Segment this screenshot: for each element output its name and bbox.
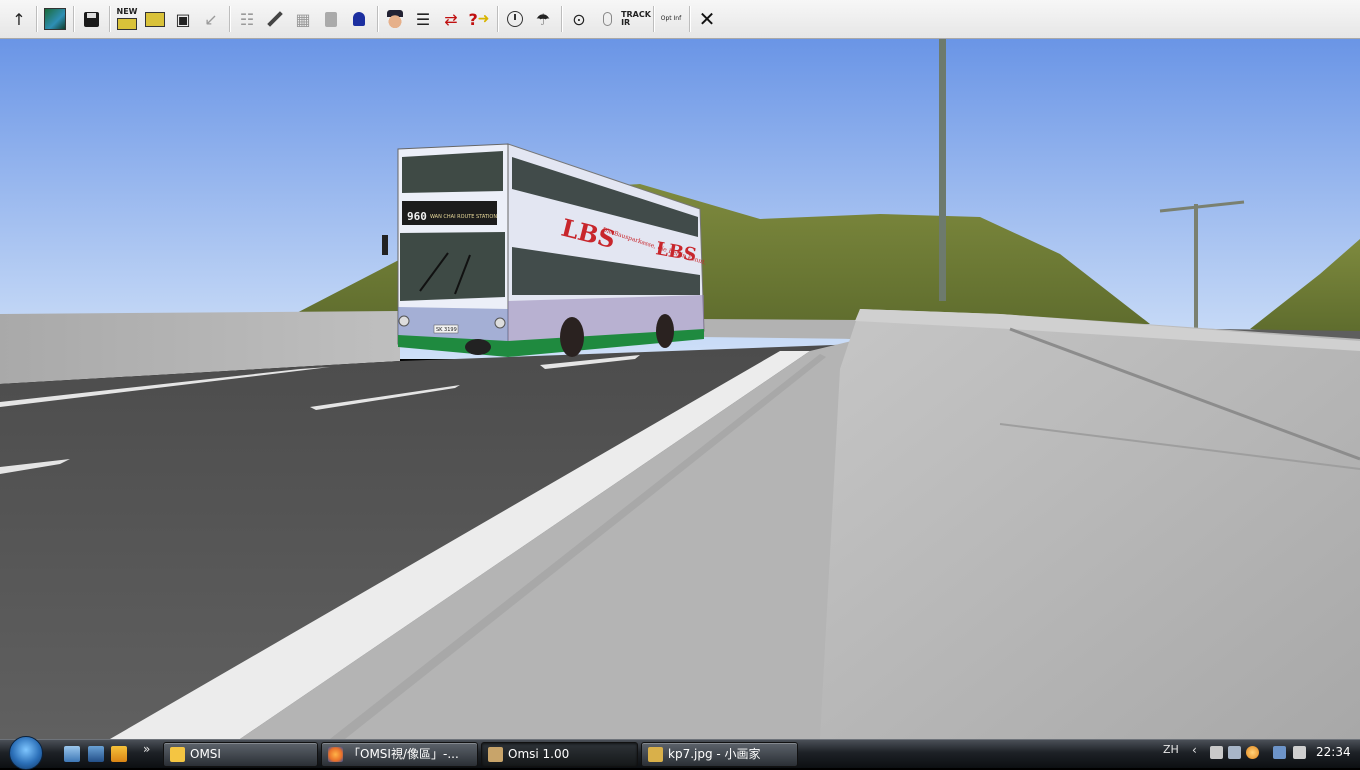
help-glyph: ?	[468, 9, 478, 29]
omsi-toolbar: ↑ NEW ▣ ↙ ☷ ▦ ☰ ⇄ ? ➜ ☂ ⊙ TRACK IR Opt I…	[0, 0, 1360, 39]
keyboard-icon[interactable]	[1228, 746, 1241, 759]
stats-icon[interactable]: ☷	[234, 5, 260, 33]
toolbar-separator	[653, 6, 655, 32]
paint-icon	[648, 747, 663, 762]
barrier-near	[820, 309, 1360, 739]
barrier-mid	[700, 319, 860, 339]
update-icon[interactable]	[1246, 746, 1259, 759]
clock-icon[interactable]	[502, 5, 528, 33]
toolbar-separator	[36, 6, 38, 32]
weather-icon[interactable]: ☂	[530, 5, 556, 33]
bus-route-number: 960	[407, 210, 427, 223]
bus-wheel-rear	[656, 314, 674, 348]
save-icon[interactable]	[78, 5, 104, 33]
bus-upper-front-window	[402, 151, 503, 193]
omsi-app-icon	[170, 747, 185, 762]
mouse-icon[interactable]	[594, 5, 620, 33]
taskbar-item-label: kp7.jpg - 小画家	[668, 747, 761, 761]
bus-wheel-front-left	[465, 339, 491, 355]
bell-icon[interactable]	[346, 5, 372, 33]
wrench-icon[interactable]	[262, 5, 288, 33]
lamp-pole-right	[1194, 204, 1198, 334]
taskbar-item-omsi[interactable]: OMSI	[163, 742, 318, 767]
toolbar-separator	[229, 6, 231, 32]
firefox-icon	[328, 747, 343, 762]
camera-icon[interactable]: ⊙	[566, 5, 592, 33]
arrow-up-icon[interactable]: ↑	[6, 5, 32, 33]
scene-render: 960 WAN CHAI ROUTE STATION LBS Die Bausp…	[0, 39, 1360, 739]
toolbar-separator	[109, 6, 111, 32]
show-desktop-icon[interactable]	[64, 746, 80, 762]
taskbar-item-browser[interactable]: 「OMSI視/像區」-...	[321, 742, 478, 767]
map-view-icon[interactable]	[42, 5, 68, 33]
simulator-viewport[interactable]: 960 WAN CHAI ROUTE STATION LBS Die Bausp…	[0, 39, 1360, 739]
pointer-icon[interactable]: ↙	[198, 5, 224, 33]
taskbar-item-omsi-game[interactable]: Omsi 1.00	[481, 742, 638, 767]
network-icon[interactable]	[1273, 746, 1286, 759]
volume-icon[interactable]	[1293, 746, 1306, 759]
bus-windscreen	[400, 232, 505, 301]
toolbar-separator	[561, 6, 563, 32]
bus-headlight-left	[398, 315, 410, 327]
trackir-icon[interactable]: TRACK IR	[621, 5, 651, 33]
taskbar-item-label: 「OMSI視/像區」-...	[348, 747, 459, 761]
bus-headlight-right	[494, 317, 506, 329]
bus-destination: WAN CHAI ROUTE STATION	[430, 214, 497, 220]
fuel-icon[interactable]	[318, 5, 344, 33]
help-icon[interactable]: ? ➜	[466, 5, 492, 33]
close-icon[interactable]: ✕	[694, 5, 720, 33]
options-icon[interactable]: Opt Inf	[658, 5, 684, 33]
driver-icon[interactable]	[382, 5, 408, 33]
new-bus-label: NEW	[116, 7, 138, 16]
switch-windows-icon[interactable]	[88, 746, 104, 762]
chip-icon[interactable]: ▦	[290, 5, 316, 33]
windows-taskbar: » OMSI 「OMSI視/像區」-... Omsi 1.00 kp7.jpg …	[0, 736, 1360, 770]
bus-swap-icon[interactable]	[142, 5, 168, 33]
bus-mirror	[382, 235, 388, 255]
tag-icon[interactable]	[1210, 746, 1223, 759]
frame-select-icon[interactable]: ▣	[170, 5, 196, 33]
toolbar-separator	[689, 6, 691, 32]
start-button[interactable]	[9, 736, 43, 770]
toolbar-separator	[377, 6, 379, 32]
taskbar-item-label: OMSI	[190, 747, 221, 761]
omsi-bus-icon	[488, 747, 503, 762]
timetable-icon[interactable]: ☰	[410, 5, 436, 33]
taskbar-item-label: Omsi 1.00	[508, 747, 570, 761]
clock[interactable]: 22:34	[1316, 745, 1351, 759]
new-bus-icon[interactable]: NEW	[114, 5, 140, 33]
language-indicator[interactable]: ZH	[1163, 743, 1179, 756]
taskbar-item-paint[interactable]: kp7.jpg - 小画家	[641, 742, 798, 767]
tray-expand-icon[interactable]: ‹	[1192, 743, 1197, 757]
route-swap-icon[interactable]: ⇄	[438, 5, 464, 33]
bus-wheel-front	[560, 317, 584, 357]
toolbar-separator	[497, 6, 499, 32]
toolbar-separator	[73, 6, 75, 32]
lamp-pole-tall	[939, 39, 946, 301]
bus-plate-text: SK 3199	[436, 327, 457, 333]
quick-launch-more-icon[interactable]: »	[143, 742, 150, 756]
media-player-icon[interactable]	[111, 746, 127, 762]
